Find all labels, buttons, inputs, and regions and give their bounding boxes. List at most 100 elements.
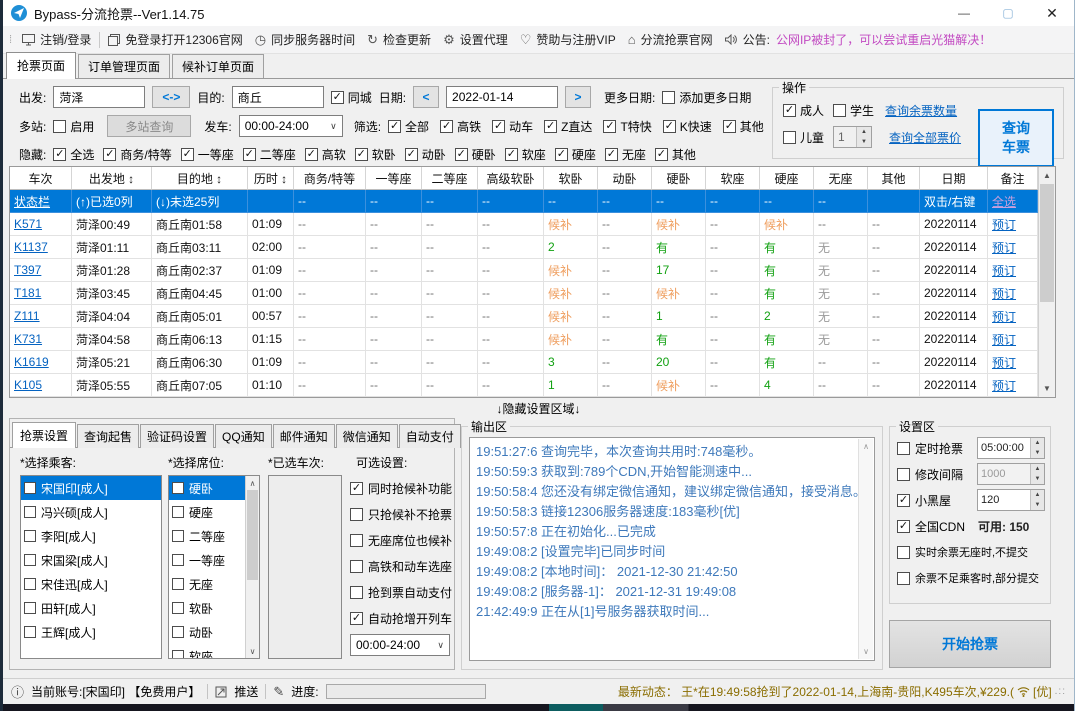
tab-候补订单页面[interactable]: 候补订单页面 (172, 54, 264, 79)
header-cell[interactable]: 目的地 ↕ (152, 167, 248, 190)
date-input[interactable]: 2022-01-14 (446, 86, 558, 108)
header-cell[interactable]: 商务/特等 (294, 167, 366, 190)
toolbar-item-8[interactable]: 公告: (719, 26, 776, 53)
hide-全选[interactable]: ✓全选 (53, 146, 94, 163)
same-city-checkbox[interactable]: ✓ (331, 91, 344, 104)
interval-stepper[interactable]: 1000 ▲▼ (977, 463, 1045, 485)
reserve-link[interactable]: 全选 (992, 193, 1016, 210)
hide-checkbox[interactable]: ✓ (243, 148, 256, 161)
hide-商务/特等[interactable]: ✓商务/特等 (103, 146, 171, 163)
multi-query-button[interactable]: 多站查询 (107, 115, 191, 137)
scroll-down-icon[interactable]: ∨ (859, 644, 873, 659)
tab-抢票页面[interactable]: 抢票页面 (6, 52, 76, 79)
table-row[interactable]: K731菏泽04:58商丘南06:1301:15--------候补--有--有… (10, 328, 1038, 351)
hide-其他[interactable]: ✓其他 (655, 146, 696, 163)
hide-无座[interactable]: ✓无座 (605, 146, 646, 163)
filter-checkbox[interactable]: ✓ (723, 120, 736, 133)
hide-checkbox[interactable]: ✓ (103, 148, 116, 161)
toolbar-item-4[interactable]: ↻检查更新 (361, 26, 437, 53)
filter-K快速[interactable]: ✓K快速 (663, 118, 712, 135)
hide-checkbox[interactable]: ✓ (405, 148, 418, 161)
hide-二等座[interactable]: ✓二等座 (243, 146, 296, 163)
train-link[interactable]: K731 (14, 332, 42, 346)
filter-其他[interactable]: ✓其他 (723, 118, 764, 135)
minimize-button[interactable]: — (942, 0, 986, 26)
toolbar-item-3[interactable]: ◷同步服务器时间 (249, 26, 361, 53)
hide-checkbox[interactable]: ✓ (305, 148, 318, 161)
depart-input[interactable]: 菏泽 (53, 86, 145, 108)
scrollbar-thumb[interactable] (1040, 184, 1054, 302)
scroll-up-icon[interactable]: ▲ (1039, 167, 1055, 184)
reserve-link[interactable]: 预订 (992, 308, 1016, 325)
passenger-checkbox[interactable] (24, 602, 36, 614)
passenger-item[interactable]: 王辉[成人] (21, 620, 161, 644)
stepper-down-icon[interactable]: ▼ (857, 137, 871, 147)
seat-checkbox[interactable] (172, 554, 184, 566)
option-无座席位也候补[interactable]: 无座席位也候补 (350, 527, 454, 553)
train-link[interactable]: K571 (14, 217, 42, 231)
toolbar-item-1[interactable]: 注销/登录 (16, 26, 97, 53)
timed-grab-stepper[interactable]: 05:00:00 ▲▼ (977, 437, 1045, 459)
filter-动车[interactable]: ✓动车 (492, 118, 533, 135)
table-scrollbar[interactable]: ▲ ▼ (1038, 167, 1055, 397)
reserve-link[interactable]: 预订 (992, 354, 1016, 371)
toolbar-item-5[interactable]: ⚙设置代理 (437, 26, 514, 53)
tab-邮件通知[interactable]: 邮件通知 (273, 424, 335, 448)
hide-checkbox[interactable]: ✓ (505, 148, 518, 161)
swap-stations-button[interactable]: <-> (152, 86, 190, 108)
passenger-checkbox[interactable] (24, 554, 36, 566)
header-cell[interactable]: 日期 (920, 167, 988, 190)
selected-trains-box[interactable] (268, 475, 342, 659)
filter-checkbox[interactable]: ✓ (544, 120, 557, 133)
table-row[interactable]: T397菏泽01:28商丘南02:3701:09--------候补--17--… (10, 259, 1038, 282)
option-高铁和动车选座[interactable]: 高铁和动车选座 (350, 553, 454, 579)
stepper-up-icon[interactable]: ▲ (1031, 464, 1044, 474)
hide-软卧[interactable]: ✓软卧 (355, 146, 396, 163)
multi-enable-option[interactable]: 启用 (53, 118, 94, 135)
option-checkbox[interactable]: ✓ (350, 482, 363, 495)
train-link[interactable]: T397 (14, 263, 41, 277)
seat-checkbox[interactable] (172, 626, 184, 638)
hide-checkbox[interactable]: ✓ (181, 148, 194, 161)
stepper-up-icon[interactable]: ▲ (1031, 438, 1044, 448)
tab-QQ通知[interactable]: QQ通知 (215, 424, 272, 448)
filter-checkbox[interactable]: ✓ (440, 120, 453, 133)
output-scrollbar[interactable]: ∧ ∨ (858, 439, 873, 659)
filter-高铁[interactable]: ✓高铁 (440, 118, 481, 135)
hide-checkbox[interactable]: ✓ (655, 148, 668, 161)
same-city-option[interactable]: ✓ 同城 (331, 89, 372, 106)
depart-time-select[interactable]: 00:00-24:00∨ (239, 115, 343, 137)
multi-enable-checkbox[interactable] (53, 120, 66, 133)
hide-checkbox[interactable]: ✓ (555, 148, 568, 161)
filter-T特快[interactable]: ✓T特快 (603, 118, 651, 135)
tab-自动支付[interactable]: 自动支付 (399, 424, 461, 448)
table-row[interactable]: T181菏泽03:45商丘南04:4501:00--------候补--候补--… (10, 282, 1038, 305)
adult-checkbox[interactable]: ✓ (783, 104, 796, 117)
hide-硬卧[interactable]: ✓硬卧 (455, 146, 496, 163)
status-row[interactable]: 状态栏(↑)已选0列(↓)未选25列--------------------双击… (10, 190, 1038, 213)
train-link[interactable]: K1619 (14, 355, 49, 369)
table-row[interactable]: K1137菏泽01:11商丘南03:1102:00--------2--有--有… (10, 236, 1038, 259)
hide-checkbox[interactable]: ✓ (455, 148, 468, 161)
option-抢到票自动支付[interactable]: 抢到票自动支付 (350, 579, 454, 605)
header-cell[interactable]: 动卧 (598, 167, 652, 190)
student-checkbox[interactable] (833, 104, 846, 117)
header-cell[interactable]: 车次 (10, 167, 72, 190)
train-link[interactable]: K1137 (14, 240, 48, 254)
table-row[interactable]: Z111菏泽04:04商丘南05:0100:57--------候补--1--2… (10, 305, 1038, 328)
query-price-link[interactable]: 查询全部票价 (889, 129, 961, 146)
passenger-item[interactable]: 宋国梁[成人] (21, 548, 161, 572)
train-link[interactable]: 状态栏 (14, 193, 50, 210)
seat-checkbox[interactable] (172, 578, 184, 590)
no-standing-checkbox[interactable] (897, 546, 910, 559)
reserve-link[interactable]: 预订 (992, 239, 1016, 256)
passenger-item[interactable]: 李阳[成人] (21, 524, 161, 548)
header-cell[interactable]: 二等座 (422, 167, 478, 190)
train-link[interactable]: Z111 (14, 309, 40, 323)
reserve-link[interactable]: 预订 (992, 331, 1016, 348)
reserve-link[interactable]: 预订 (992, 216, 1016, 233)
hide-checkbox[interactable]: ✓ (355, 148, 368, 161)
seat-checkbox[interactable] (172, 482, 184, 494)
option-同时抢候补功能[interactable]: ✓同时抢候补功能 (350, 475, 454, 501)
passenger-checkbox[interactable] (24, 530, 36, 542)
